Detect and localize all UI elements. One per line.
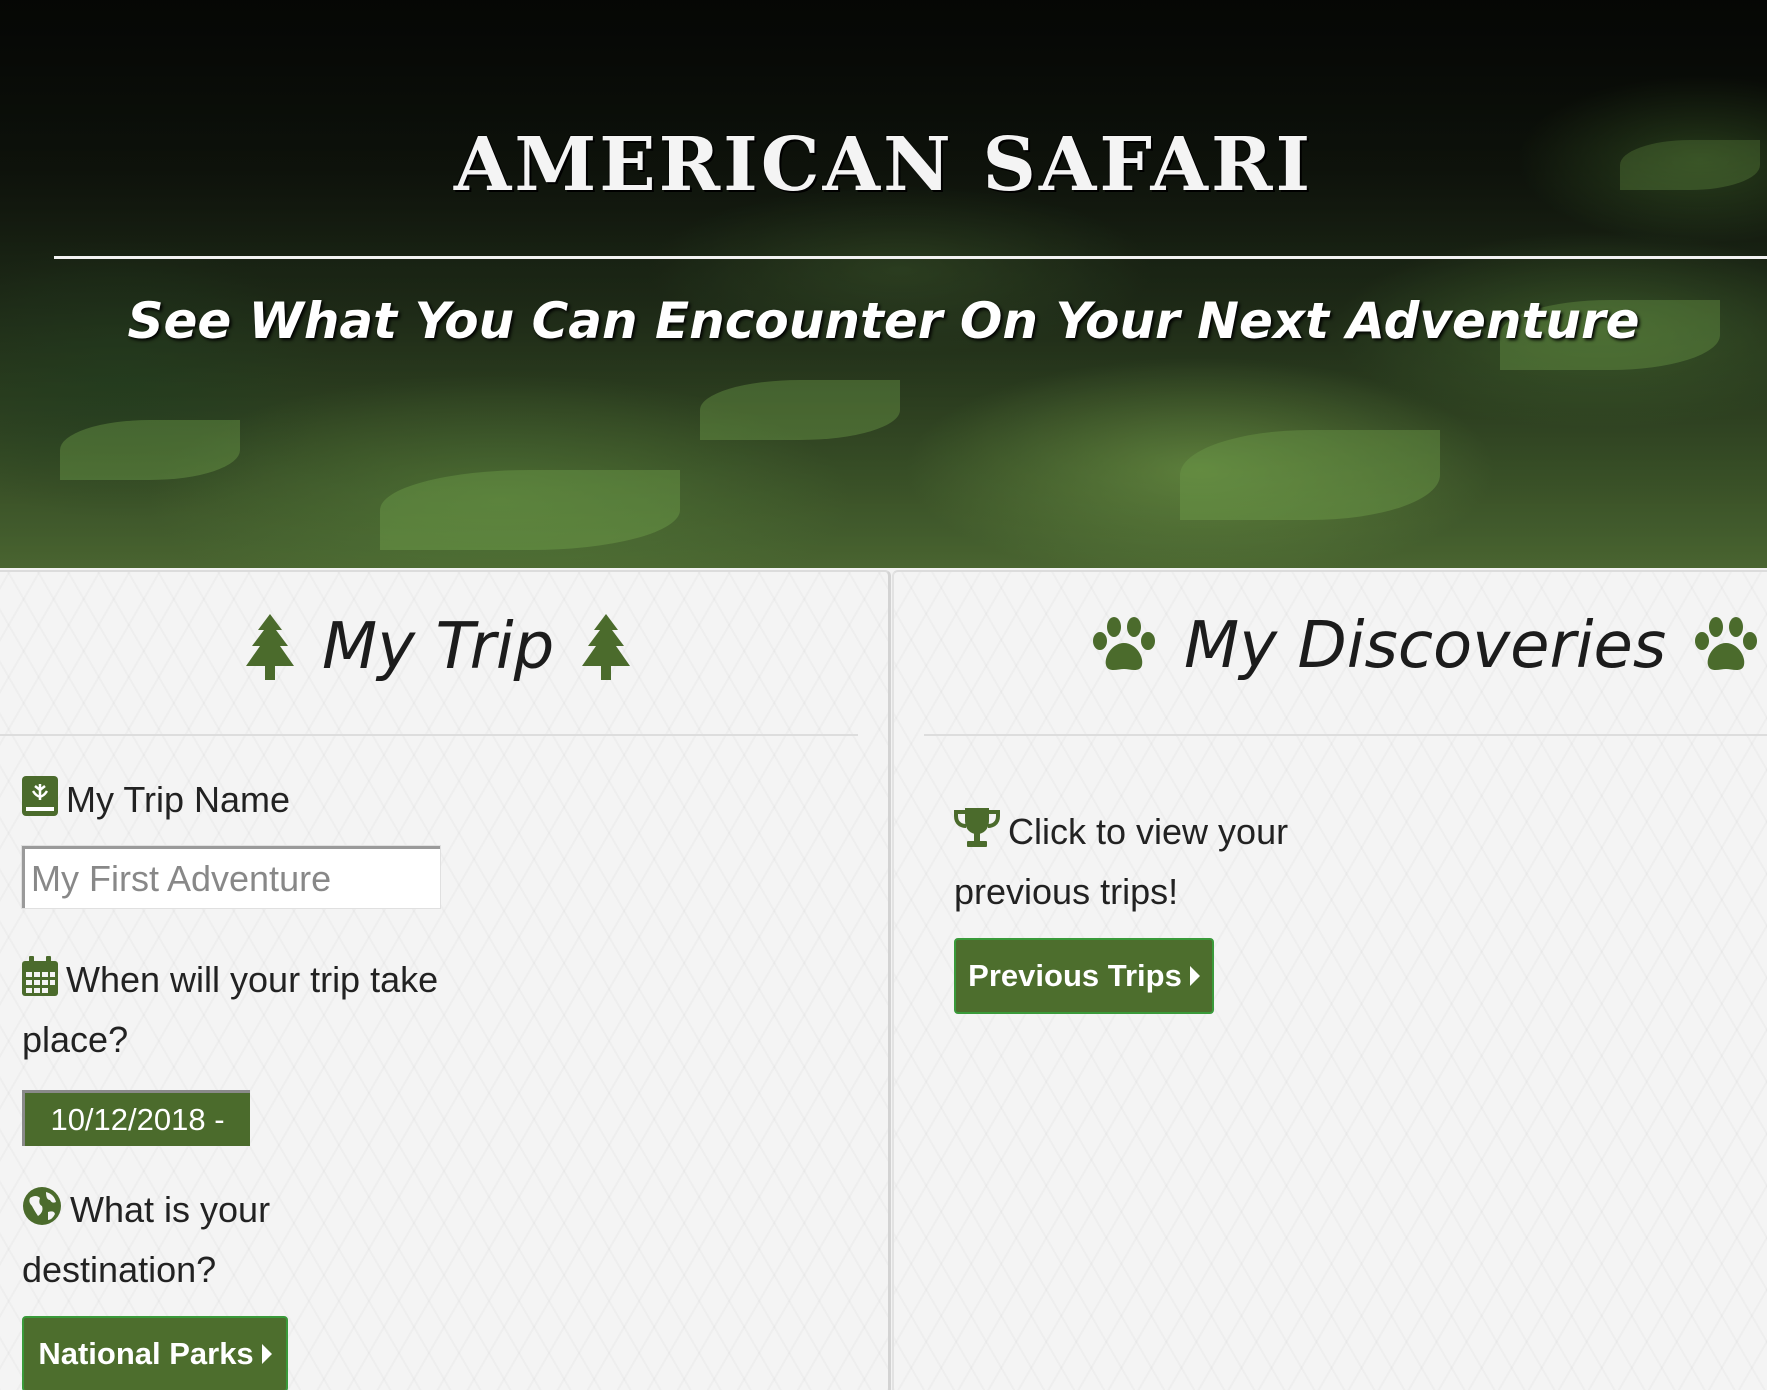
previous-trips-button-label: Previous Trips xyxy=(968,958,1182,993)
globe-icon xyxy=(22,1186,62,1226)
caret-right-icon xyxy=(261,1344,272,1364)
book-icon xyxy=(22,776,58,816)
date-range-picker[interactable]: 10/12/2018 - xyxy=(22,1090,250,1146)
my-trip-divider xyxy=(0,734,858,736)
site-title: AMERICAN SAFARI xyxy=(453,122,1314,208)
page: AMERICAN SAFARI See What You Can Encount… xyxy=(0,0,1767,1390)
trip-name-input[interactable] xyxy=(22,846,440,908)
trip-date-label-text: When will your trip take place? xyxy=(22,959,439,1060)
tree-icon xyxy=(246,614,294,680)
my-discoveries-title: My Discoveries xyxy=(1184,609,1667,683)
calendar-icon xyxy=(22,956,58,996)
my-discoveries-panel: My Discoveries Click to view your previo… xyxy=(892,570,1767,1390)
paw-icon xyxy=(1694,617,1758,675)
paw-icon xyxy=(1092,617,1156,675)
hero-banner: AMERICAN SAFARI See What You Can Encount… xyxy=(0,0,1767,568)
hero-divider xyxy=(54,256,1767,259)
tree-icon xyxy=(582,614,631,680)
my-trip-title: My Trip xyxy=(322,610,555,684)
trip-date-label: When will your trip take place? xyxy=(22,950,462,1070)
my-discoveries-divider xyxy=(924,734,1767,736)
hero-overlay xyxy=(0,0,1767,568)
national-parks-button-label: National Parks xyxy=(38,1336,254,1371)
trip-name-label: My Trip Name xyxy=(22,770,462,830)
trophy-icon xyxy=(954,808,1000,848)
my-trip-heading: My Trip xyxy=(246,610,631,684)
trip-name-label-text: My Trip Name xyxy=(66,779,291,820)
previous-trips-label: Click to view your previous trips! xyxy=(954,802,1374,922)
caret-right-icon xyxy=(1189,966,1200,986)
national-parks-button[interactable]: National Parks xyxy=(22,1316,288,1390)
my-discoveries-heading: My Discoveries xyxy=(1092,614,1758,678)
previous-trips-button[interactable]: Previous Trips xyxy=(954,938,1214,1014)
destination-label: What is your destination? xyxy=(22,1180,462,1300)
site-subtitle: See What You Can Encounter On Your Next … xyxy=(127,292,1640,350)
previous-trips-label-text: Click to view your previous trips! xyxy=(954,811,1289,912)
my-trip-panel: My Trip My Trip Name My First Adventure … xyxy=(0,570,891,1390)
